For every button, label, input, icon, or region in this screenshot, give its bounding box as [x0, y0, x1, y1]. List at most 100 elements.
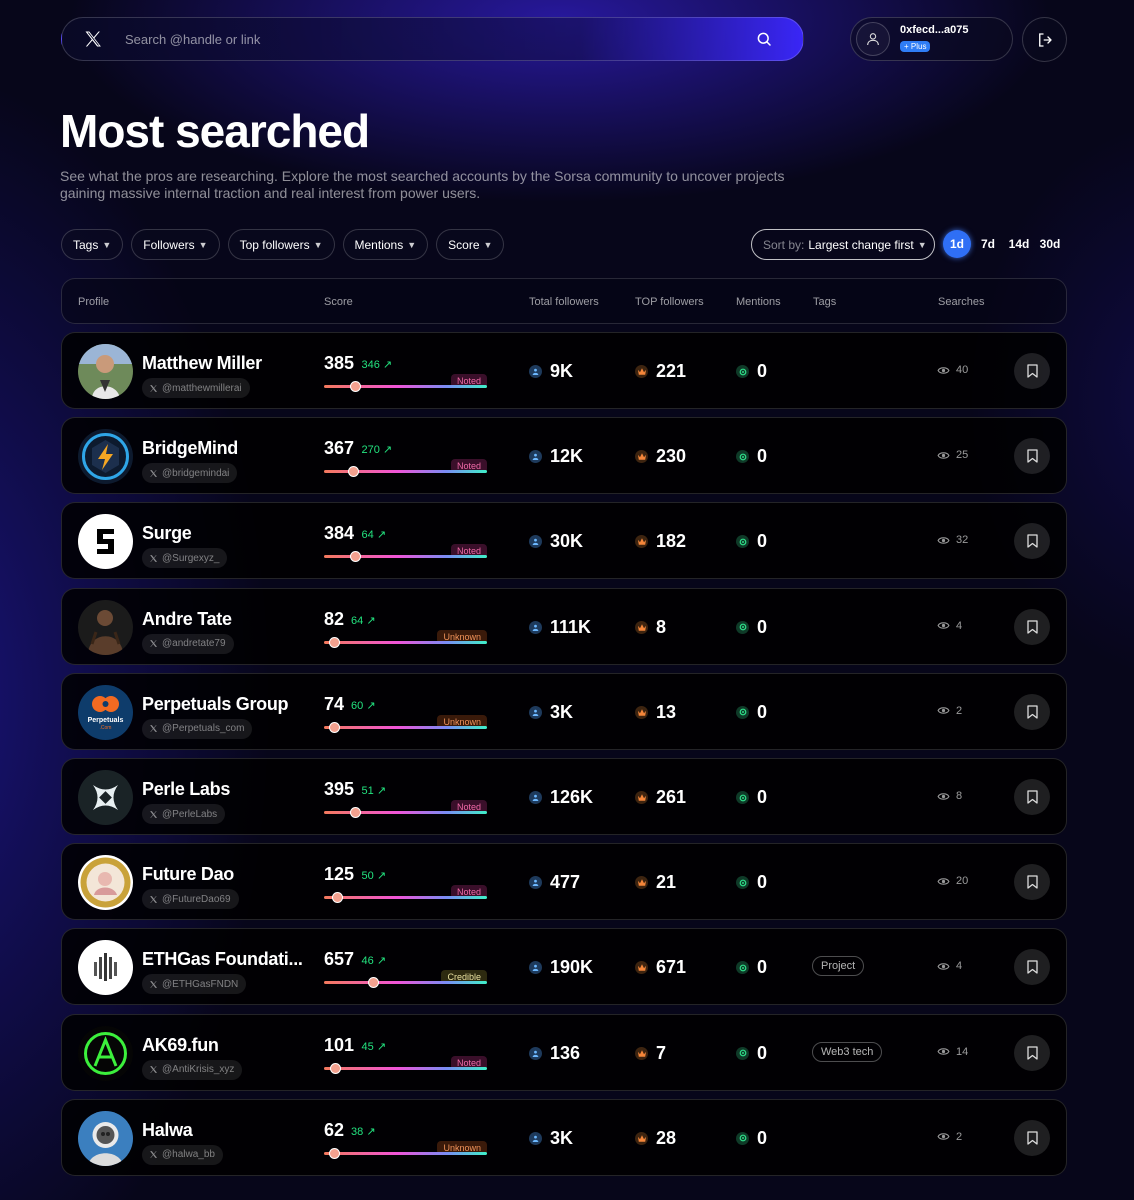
- followers-icon: [529, 1046, 542, 1060]
- mentions: 0: [736, 446, 767, 467]
- profile-name[interactable]: Surge: [142, 523, 307, 544]
- followers-count: 190K: [550, 957, 594, 978]
- bookmark-icon: [1026, 1131, 1038, 1145]
- period-14d[interactable]: 14d: [1005, 230, 1033, 258]
- profile-name[interactable]: Matthew Miller: [142, 353, 307, 374]
- top-followers-count: 261: [656, 787, 687, 807]
- bookmark-icon: [1026, 705, 1038, 719]
- score-box: Noted: [324, 523, 487, 559]
- bookmark-icon: [1026, 364, 1038, 378]
- score-slider: [324, 380, 487, 394]
- chevron-down-icon: ▼: [917, 239, 927, 250]
- search-input[interactable]: [125, 31, 755, 47]
- bookmark-button[interactable]: [1014, 353, 1050, 389]
- profile-handle[interactable]: @halwa_bb: [142, 1144, 223, 1165]
- filter-tags[interactable]: Tags ▼: [61, 229, 124, 260]
- bookmark-button[interactable]: [1014, 438, 1050, 475]
- table-row[interactable]: Halwa @halwa_bb 62 38 ↗ Unknown 3K 28 0 2: [61, 1098, 1067, 1176]
- sort-dropdown[interactable]: Sort by: Largest change first ▼: [751, 229, 935, 260]
- profile-name[interactable]: Halwa: [142, 1120, 307, 1141]
- profile-name[interactable]: AK69.fun: [142, 1035, 307, 1056]
- mentions-count: 0: [757, 446, 768, 467]
- bookmark-button[interactable]: [1014, 779, 1050, 815]
- period-1d[interactable]: 1d: [943, 230, 971, 258]
- profile-handle[interactable]: @bridgemindai: [142, 463, 238, 484]
- bookmark-button[interactable]: [1014, 864, 1050, 901]
- profile-handle[interactable]: @Perpetuals_com: [142, 718, 253, 739]
- profile-handle[interactable]: @PerleLabs: [142, 804, 226, 824]
- top-followers-count: 230: [656, 446, 687, 467]
- period-7d[interactable]: 7d: [974, 230, 1002, 258]
- mention-icon: [736, 1046, 749, 1060]
- period-30d[interactable]: 30d: [1036, 230, 1064, 258]
- filter-label: Tags: [73, 237, 99, 252]
- bookmark-button[interactable]: [1014, 949, 1050, 986]
- table-row[interactable]: Perpetuals .Com Perpetuals Group @Perpetual…: [61, 672, 1067, 750]
- header-score: Score: [324, 296, 353, 308]
- bookmark-icon: [1026, 1045, 1038, 1060]
- profile-handle[interactable]: @ETHGasFNDN: [142, 974, 247, 995]
- page-description: See what the pros are researching. Explo…: [60, 168, 785, 201]
- mention-icon: [736, 535, 749, 549]
- mentions: 0: [736, 702, 767, 723]
- handle-text: @ETHGasFNDN: [162, 978, 239, 990]
- top-followers-count: 671: [656, 957, 687, 978]
- bookmark-button[interactable]: [1014, 1119, 1050, 1156]
- profile-handle[interactable]: @matthewmillerai: [142, 378, 250, 398]
- mentions: 0: [736, 1128, 767, 1149]
- mentions: 0: [736, 617, 767, 638]
- score-bar: [324, 1151, 487, 1155]
- profile-handle[interactable]: @andretate79: [142, 633, 234, 654]
- bookmark-icon: [1026, 875, 1038, 889]
- header-tags: Tags: [813, 296, 837, 308]
- bookmark-button[interactable]: [1014, 693, 1050, 730]
- total-followers: 30K: [529, 531, 583, 552]
- score-box: Unknown: [324, 1120, 487, 1155]
- filter-top-followers[interactable]: Top followers ▼: [227, 229, 335, 260]
- table-row[interactable]: ETHGas Foundati... @ETHGasFNDN 657 46 ↗ Cred…: [61, 928, 1067, 1006]
- mentions-count: 0: [757, 1042, 768, 1063]
- filter-score[interactable]: Score ▼: [436, 229, 505, 260]
- bookmark-icon: [1026, 619, 1038, 634]
- table-row[interactable]: Perle Labs @PerleLabs 395 51 ↗ Noted 126K 261 0…: [61, 758, 1067, 835]
- account-button[interactable]: 0xfecd...a075 + Plus: [850, 17, 1013, 61]
- handle-text: @bridgemindai: [162, 467, 230, 479]
- score-bar: [324, 725, 487, 729]
- table-row[interactable]: Andre Tate @andretate79 82 64 ↗ Unknown 111K 8…: [61, 587, 1067, 665]
- table-row[interactable]: BridgeMind @bridgemindai 367 270 ↗ Noted 12K 2…: [61, 417, 1067, 495]
- total-followers: 126K: [529, 787, 593, 808]
- profile-name[interactable]: Perpetuals Group: [142, 694, 307, 715]
- bookmark-button[interactable]: [1014, 523, 1050, 560]
- bookmark-button[interactable]: [1014, 1034, 1050, 1071]
- handle-text: @FutureDao69: [162, 893, 231, 905]
- filter-followers[interactable]: Followers ▼: [131, 229, 220, 260]
- search-icon[interactable]: [755, 30, 773, 48]
- followers-icon: [529, 535, 542, 549]
- x-logo-icon: [150, 810, 158, 818]
- mentions: 0: [736, 872, 767, 893]
- filter-mentions[interactable]: Mentions ▼: [342, 229, 429, 260]
- profile-name[interactable]: Future Dao: [142, 864, 307, 885]
- profile-name[interactable]: ETHGas Foundati...: [142, 949, 307, 970]
- score-box: Noted: [324, 353, 487, 388]
- profile-handle[interactable]: @AntiKrisis_xyz: [142, 1059, 243, 1080]
- search-bar[interactable]: [61, 17, 804, 61]
- avatar: Perpetuals .Com: [78, 684, 133, 740]
- tag-chip[interactable]: Web3 tech: [812, 1041, 883, 1062]
- table-row[interactable]: Matthew Miller @matthewmillerai 385 346 ↗ No…: [61, 332, 1067, 409]
- table-row[interactable]: Surge @Surgexyz_ 384 64 ↗ Noted 30K 182 0 32: [61, 502, 1067, 580]
- total-followers: 477: [529, 872, 580, 893]
- bookmark-button[interactable]: [1014, 608, 1050, 645]
- profile-handle[interactable]: @Surgexyz_: [142, 548, 228, 569]
- logout-button[interactable]: [1022, 17, 1067, 62]
- profile-name[interactable]: Andre Tate: [142, 609, 307, 630]
- header-mentions: Mentions: [736, 296, 781, 308]
- profile-handle[interactable]: @FutureDao69: [142, 889, 239, 910]
- mention-icon: [736, 791, 749, 804]
- profile-name[interactable]: BridgeMind: [142, 438, 307, 459]
- tag-chip[interactable]: Project: [812, 956, 865, 977]
- profile-name[interactable]: Perle Labs: [142, 779, 307, 800]
- eye-icon: [937, 792, 950, 800]
- table-row[interactable]: AK69.fun @AntiKrisis_xyz 101 45 ↗ Noted 136 7 0…: [61, 1013, 1067, 1091]
- table-row[interactable]: Future Dao @FutureDao69 125 50 ↗ Noted 477 21 0…: [61, 843, 1067, 921]
